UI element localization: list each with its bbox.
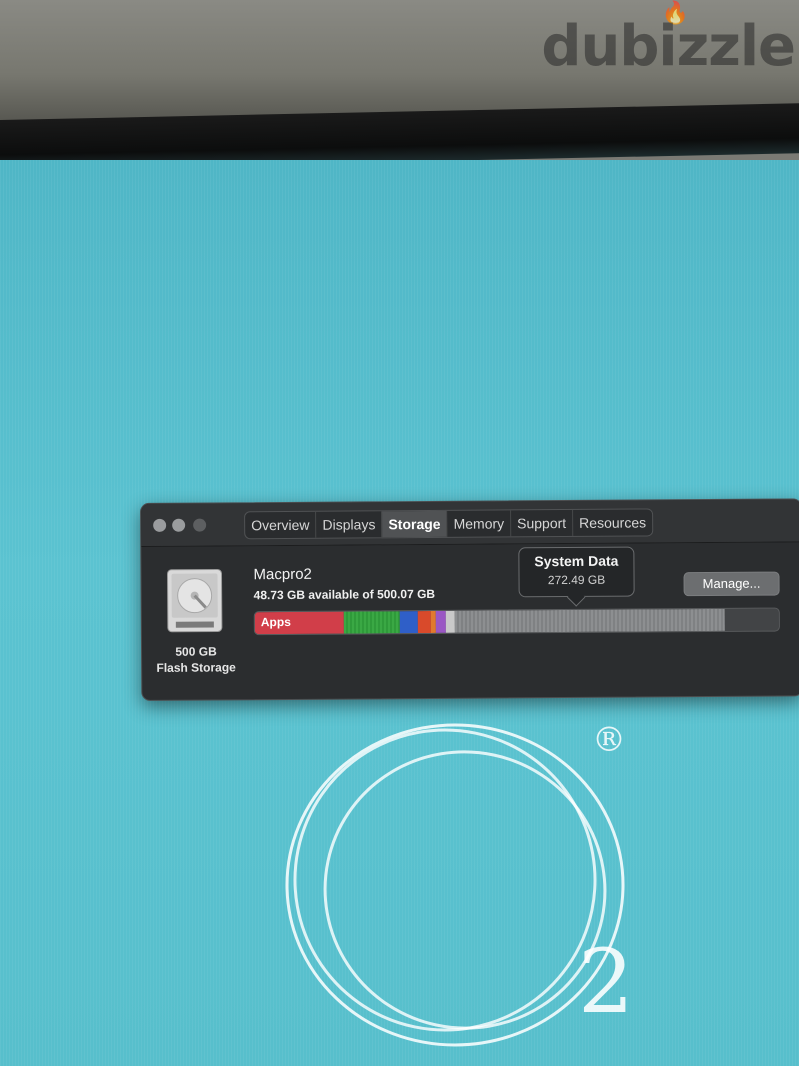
storage-segment-purple[interactable]	[436, 610, 447, 633]
window-titlebar: Overview Displays Storage Memory Support…	[141, 499, 799, 547]
tooltip-value: 272.49 GB	[547, 572, 606, 588]
storage-segment-blue[interactable]	[399, 611, 419, 634]
drive-capacity: 500 GB	[175, 644, 217, 659]
drive-type: Flash Storage	[156, 660, 236, 675]
minimize-button[interactable]	[172, 518, 186, 532]
tooltip-arrow	[566, 588, 586, 607]
tab-overview[interactable]: Overview	[245, 511, 317, 539]
storage-tooltip: System Data 272.49 GB	[518, 546, 635, 607]
storage-segment-light[interactable]	[445, 610, 456, 633]
registered-mark: ®	[592, 720, 626, 760]
tab-bar: Overview Displays Storage Memory Support…	[244, 508, 654, 540]
disk-availability: 48.73 GB available of 500.07 GB	[253, 586, 436, 603]
drive-capacity-label: 500 GB Flash Storage	[142, 643, 250, 676]
tab-resources[interactable]: Resources	[573, 509, 652, 536]
tab-storage[interactable]: Storage	[382, 510, 448, 538]
tab-support[interactable]: Support	[511, 509, 574, 537]
o2-subscript: 2	[578, 930, 634, 1033]
storage-usage-bar[interactable]: Apps	[253, 607, 780, 636]
close-button[interactable]	[153, 518, 167, 532]
storage-segment-apps[interactable]: Apps	[254, 611, 344, 635]
apps-segment-label: Apps	[260, 614, 291, 630]
storage-segment-red[interactable]	[418, 610, 431, 634]
storage-segment-free	[724, 608, 779, 631]
about-this-mac-window: Overview Displays Storage Memory Support…	[140, 498, 799, 701]
disk-name: Macpro2	[253, 565, 312, 584]
tab-memory[interactable]: Memory	[447, 510, 512, 537]
manage-button[interactable]: Manage...	[683, 571, 780, 597]
tooltip-title: System Data	[534, 552, 619, 570]
tab-displays[interactable]: Displays	[316, 511, 383, 538]
zoom-button[interactable]	[193, 518, 207, 532]
watermark-logo: dubizzle	[541, 14, 796, 79]
hard-drive-icon	[166, 568, 223, 633]
storage-segment-system-data[interactable]	[454, 608, 725, 633]
storage-segment-green[interactable]	[343, 611, 400, 634]
